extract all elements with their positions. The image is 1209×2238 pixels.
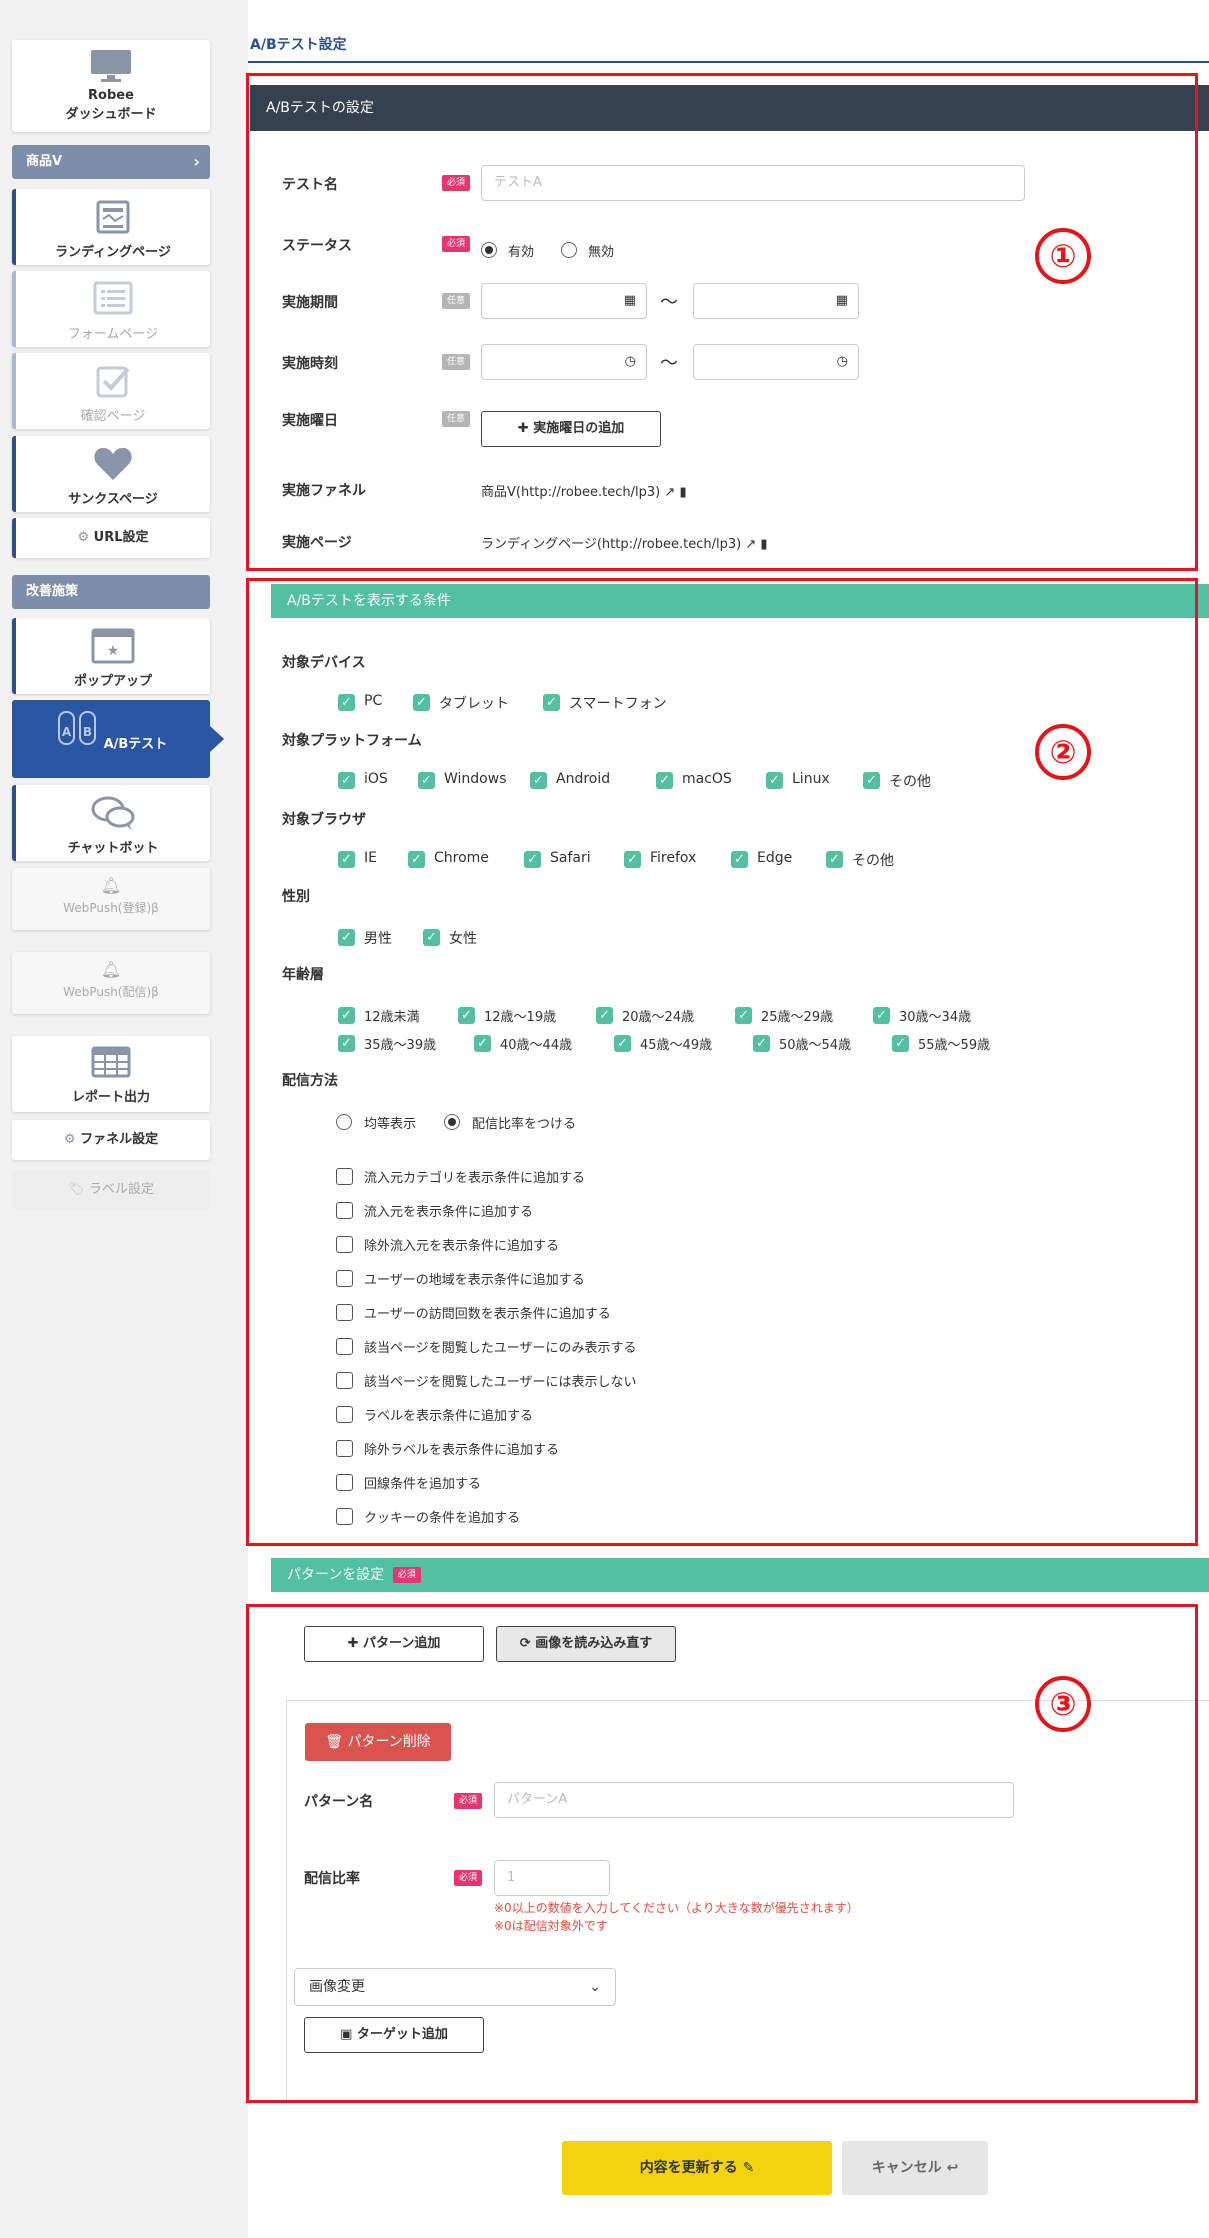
- sidebar-item-form[interactable]: フォームページ: [12, 271, 210, 347]
- sidebar-label-settings[interactable]: 🏷︎ ラベル設定: [12, 1170, 210, 1210]
- heart-icon: [94, 447, 132, 480]
- landing-page-icon: [96, 200, 130, 234]
- chevron-right-icon: ›: [193, 152, 200, 171]
- breadcrumb: A/Bテスト設定: [250, 37, 347, 53]
- annotation-number-3: ③: [1035, 1676, 1091, 1732]
- sidebar-url-settings[interactable]: ⚙ URL設定: [12, 518, 210, 558]
- annotation-number-2: ②: [1035, 724, 1091, 780]
- sidebar-product-header[interactable]: 商品V ›: [12, 145, 210, 179]
- monitor-icon: [91, 50, 131, 82]
- sidebar-item-abtest[interactable]: A B A/Bテスト: [12, 700, 224, 778]
- dashboard-line1: Robee: [88, 88, 134, 103]
- annotation-box-1: [246, 73, 1198, 571]
- sidebar-item-label: 確認ページ: [80, 409, 146, 424]
- undo-icon: ↩: [946, 2160, 959, 2176]
- product-header-label: 商品V: [26, 154, 63, 169]
- checkbox-icon: [96, 366, 130, 398]
- dashboard-line2: ダッシュボード: [65, 107, 157, 122]
- sidebar-item-landing[interactable]: ランディングページ: [12, 189, 210, 265]
- annotation-box-2: [246, 578, 1198, 1546]
- sidebar-item-webpush-dist[interactable]: 🔔︎ WebPush(配信)β: [12, 952, 210, 1014]
- edit-icon: ✎: [742, 2160, 755, 2176]
- form-page-icon: [93, 281, 133, 315]
- section3-title: パターンを設定: [287, 1567, 385, 1583]
- url-settings-label: URL設定: [93, 530, 149, 545]
- sidebar-item-label: レポート出力: [71, 1090, 150, 1105]
- update-label: 内容を更新する: [639, 2160, 738, 2176]
- cancel-button[interactable]: キャンセル ↩: [842, 2141, 988, 2195]
- sidebar: Robee ダッシュボード 商品V › ランディングページ フォームページ 確認…: [0, 0, 232, 2238]
- table-icon: [91, 1046, 131, 1078]
- sidebar-item-thanks[interactable]: サンクスページ: [12, 436, 210, 512]
- svg-text:B: B: [83, 725, 92, 739]
- bell-icon: 🔔︎: [100, 960, 122, 979]
- svg-text:A: A: [62, 725, 72, 739]
- abtest-label: A/Bテスト: [103, 737, 168, 752]
- sidebar-item-chatbot[interactable]: チャットボット: [12, 785, 210, 861]
- tag-icon: 🏷︎: [68, 1182, 85, 1197]
- popup-icon: ★: [91, 628, 135, 664]
- improvement-header-label: 改善施策: [26, 584, 79, 599]
- required-badge: 必須: [392, 1567, 421, 1583]
- sidebar-item-label: チャットボット: [67, 841, 159, 856]
- gear-icon: ⚙: [77, 530, 90, 545]
- cancel-label: キャンセル: [871, 2160, 942, 2176]
- funnel-settings-label: ファネル設定: [80, 1132, 159, 1147]
- svg-text:★: ★: [107, 643, 120, 659]
- sidebar-item-label: サンクスページ: [68, 492, 158, 507]
- chat-bubbles-icon: [91, 796, 135, 830]
- breadcrumb-divider: [248, 61, 1209, 63]
- sidebar-item-confirm[interactable]: 確認ページ: [12, 353, 210, 429]
- sidebar-item-label: WebPush(登録)β: [63, 901, 159, 915]
- sidebar-improvement-header: 改善施策: [12, 575, 210, 609]
- sidebar-dashboard[interactable]: Robee ダッシュボード: [12, 40, 210, 132]
- gear-icon: ⚙: [63, 1132, 76, 1147]
- ab-test-icon: A B: [57, 711, 96, 745]
- sidebar-item-label: フォームページ: [67, 327, 159, 342]
- sidebar-item-label: WebPush(配信)β: [63, 985, 159, 999]
- update-button[interactable]: 内容を更新する ✎: [562, 2141, 832, 2195]
- annotation-number-1: ①: [1035, 228, 1091, 284]
- sidebar-item-report[interactable]: レポート出力: [12, 1036, 210, 1112]
- sidebar-item-popup[interactable]: ★ ポップアップ: [12, 618, 210, 694]
- sidebar-item-webpush-reg[interactable]: 🔔︎ WebPush(登録)β: [12, 868, 210, 930]
- bell-icon: 🔔︎: [100, 876, 122, 895]
- sidebar-item-label: ポップアップ: [73, 674, 152, 689]
- label-settings-label: ラベル設定: [88, 1182, 154, 1197]
- sidebar-funnel-settings[interactable]: ⚙ ファネル設定: [12, 1120, 210, 1160]
- sidebar-item-label: ランディングページ: [55, 245, 171, 260]
- section3-header: パターンを設定 必須: [271, 1558, 1209, 1592]
